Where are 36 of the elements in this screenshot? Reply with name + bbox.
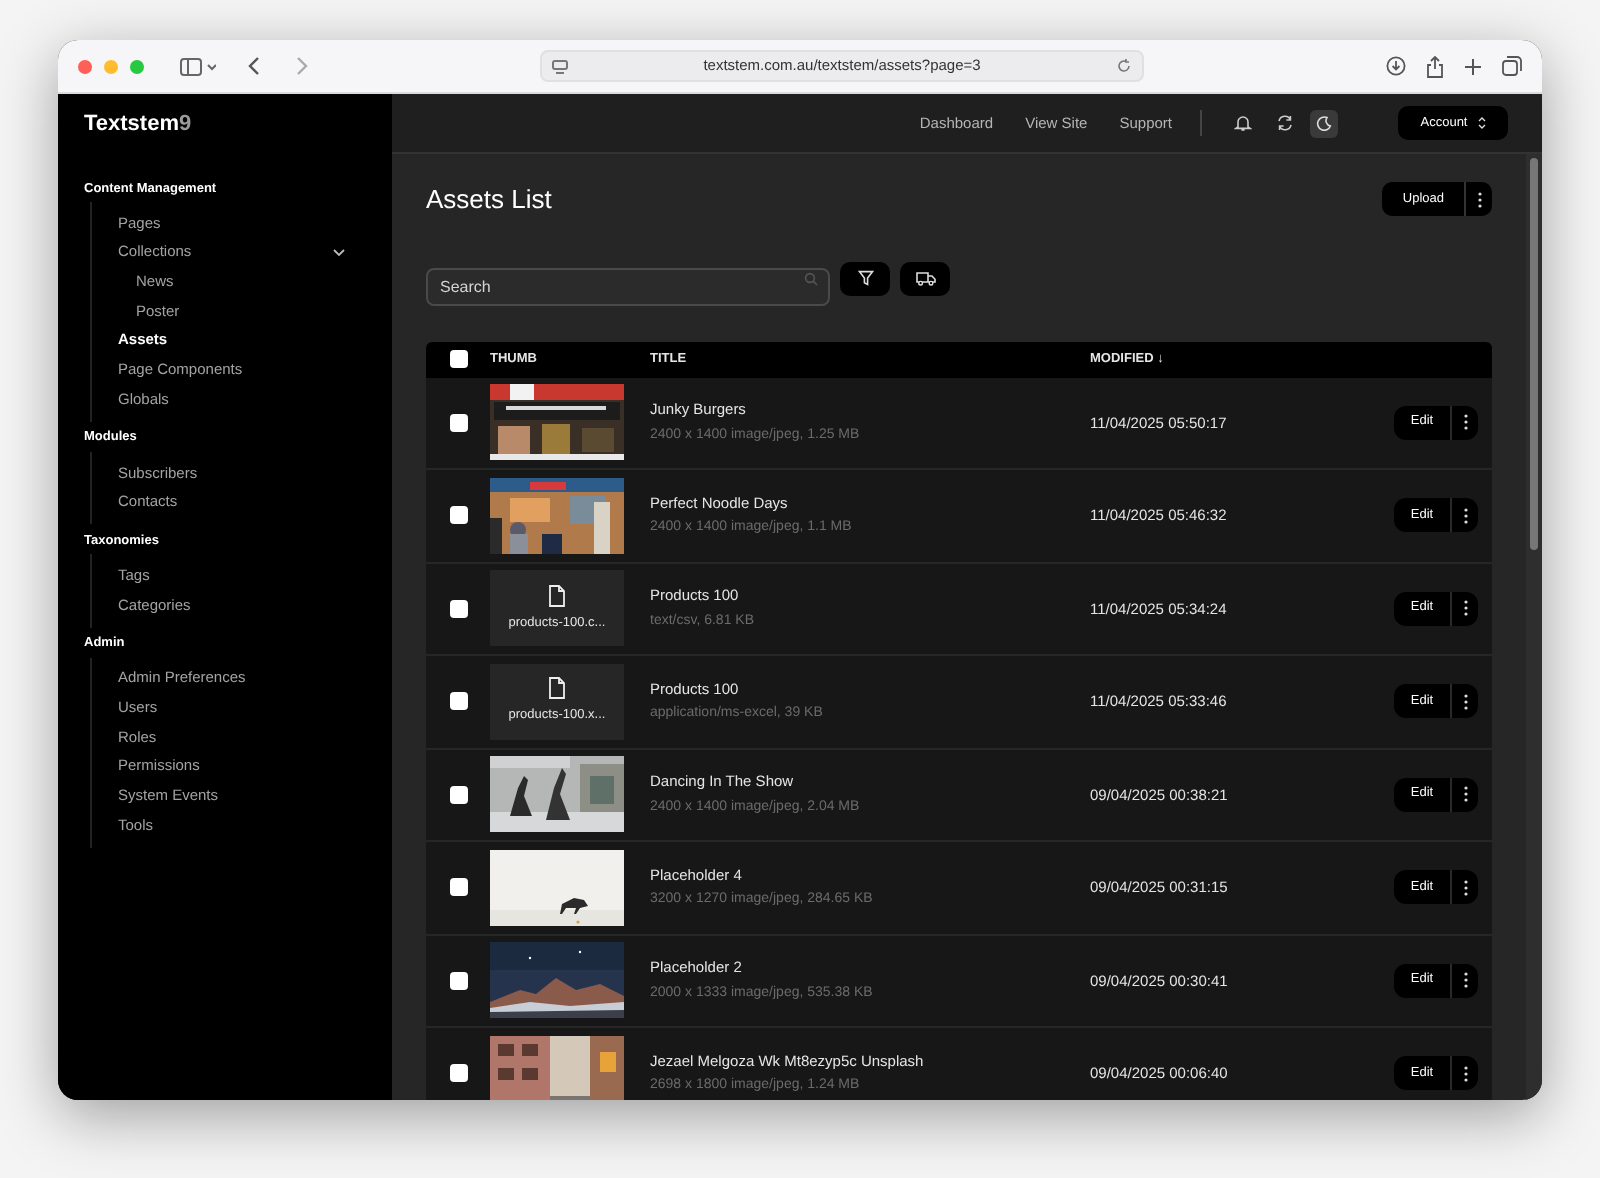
moon-icon [1316, 115, 1332, 131]
search-field[interactable]: Search [426, 267, 830, 305]
row-checkbox[interactable] [449, 506, 467, 525]
row-checkbox[interactable] [449, 1064, 467, 1083]
chevron-icon[interactable] [332, 247, 346, 258]
scrollbar[interactable] [1526, 154, 1542, 1100]
file-icon [548, 583, 566, 608]
select-all-checkbox[interactable] [449, 350, 467, 368]
filter-button[interactable] [840, 261, 890, 295]
theme-toggle[interactable] [1310, 109, 1338, 137]
new-tab-icon[interactable] [1464, 57, 1482, 75]
share-icon[interactable] [1426, 55, 1444, 77]
truck-button[interactable] [900, 261, 950, 295]
page-title: Assets List [426, 182, 552, 218]
refresh-icon[interactable] [1276, 114, 1294, 132]
page-icon [552, 59, 568, 73]
truck-icon [915, 271, 935, 285]
back-icon[interactable] [248, 56, 260, 76]
row-checkbox[interactable] [449, 971, 467, 990]
brand-name[interactable]: Textstem [84, 107, 179, 141]
file-icon [548, 676, 566, 701]
reload-icon[interactable] [1116, 58, 1132, 74]
download-icon[interactable] [1386, 56, 1406, 76]
search-icon [804, 271, 818, 285]
sidebar-toggle-icon[interactable] [180, 57, 216, 75]
row-checkbox[interactable] [449, 785, 467, 804]
row-checkbox[interactable] [449, 878, 467, 897]
row-checkbox[interactable] [449, 413, 467, 432]
tabs-overview-icon[interactable] [1502, 56, 1522, 76]
close-window-icon[interactable] [78, 59, 92, 73]
filter-icon [857, 270, 873, 286]
version-number: 9 [178, 109, 192, 140]
row-checkbox[interactable] [449, 599, 467, 618]
up-down-chevron-icon [1477, 116, 1486, 130]
bell-icon[interactable] [1234, 114, 1252, 132]
row-checkbox[interactable] [449, 692, 467, 711]
